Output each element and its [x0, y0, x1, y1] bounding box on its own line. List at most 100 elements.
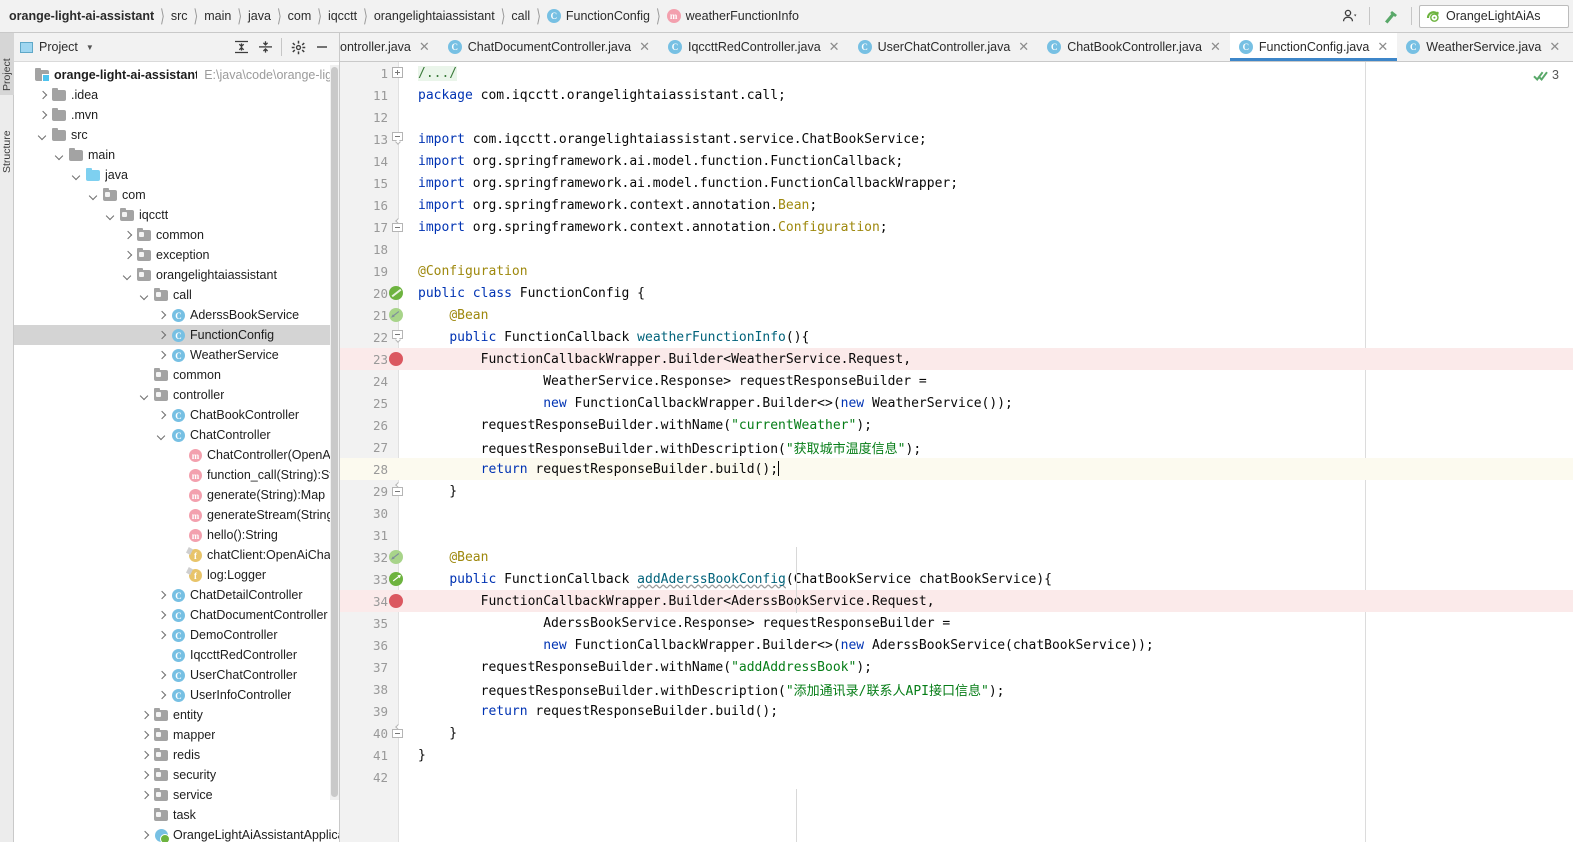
code-line[interactable]: 17 import org.springframework.context.ann…	[340, 216, 1573, 238]
fold-collapse-end-icon[interactable]	[392, 482, 403, 496]
gutter-cell[interactable]	[388, 216, 414, 238]
code-line[interactable]: 31	[340, 524, 1573, 546]
tree-item-userinfocontroller[interactable]: C UserInfoController	[14, 685, 339, 705]
code-line[interactable]: 1 /.../	[340, 62, 1573, 84]
tree-item-functionconfig[interactable]: C FunctionConfig	[14, 325, 339, 345]
tree-item-generatestream-string[interactable]: m generateStream(String)	[14, 505, 339, 525]
editor-tab-chatdocumentcontroller-java[interactable]: C ChatDocumentController.java ✕	[438, 33, 659, 61]
tree-item-hello-string[interactable]: m hello():String	[14, 525, 339, 545]
chevron-right-icon[interactable]	[156, 410, 167, 421]
code-line[interactable]: 16 import org.springframework.context.ann…	[340, 194, 1573, 216]
gutter-cell[interactable]	[388, 106, 414, 128]
breadcrumb-item-iqcctt[interactable]: iqcctt	[327, 0, 358, 32]
code-line[interactable]: 21 @Bean	[340, 304, 1573, 326]
editor-tab-iqccttredcontroller-java[interactable]: C IqccttRedController.java ✕	[658, 33, 849, 61]
chevron-right-icon[interactable]	[37, 110, 48, 121]
close-icon[interactable]: ✕	[639, 39, 650, 55]
chevron-down-icon[interactable]	[71, 170, 82, 181]
tree-item-entity[interactable]: entity	[14, 705, 339, 725]
code-line[interactable]: 14 import org.springframework.ai.model.fu…	[340, 150, 1573, 172]
tree-item-generate-string-map[interactable]: m generate(String):Map	[14, 485, 339, 505]
tree-item-orangelightaiassistant[interactable]: orangelightaiassistant	[14, 265, 339, 285]
chevron-right-icon[interactable]	[156, 350, 167, 361]
gutter-cell[interactable]	[388, 634, 414, 656]
code-line[interactable]: 41}	[340, 744, 1573, 766]
code-line[interactable]: 37 requestResponseBuilder.withName("addA…	[340, 656, 1573, 678]
tree-item-weatherservice[interactable]: C WeatherService	[14, 345, 339, 365]
gutter-cell[interactable]	[388, 568, 414, 590]
code-line[interactable]: 19 @Configuration	[340, 260, 1573, 282]
tree-item-orange-light-ai-assistant[interactable]: orange-light-ai-assistant E:\java\code\or…	[14, 65, 339, 85]
gutter-cell[interactable]	[388, 524, 414, 546]
code-line[interactable]: 23 FunctionCallbackWrapper.Builder<Weath…	[340, 348, 1573, 370]
chevron-right-icon[interactable]	[37, 90, 48, 101]
chevron-right-icon[interactable]	[122, 230, 133, 241]
fold-expand-icon[interactable]	[392, 67, 403, 78]
gutter-cell[interactable]	[388, 678, 414, 700]
code-line[interactable]: 18	[340, 238, 1573, 260]
chevron-down-icon[interactable]	[156, 430, 167, 441]
code-editor[interactable]: 1 /.../ 11 package com.iqcctt.orangelightai…	[340, 62, 1573, 842]
close-icon[interactable]: ✕	[829, 39, 840, 55]
tool-tab-project[interactable]: Project	[0, 33, 14, 95]
code-line[interactable]: 25 new FunctionCallbackWrapper.Builder<>…	[340, 392, 1573, 414]
tree-item-main[interactable]: main	[14, 145, 339, 165]
tree-scrollbar-thumb[interactable]	[331, 67, 338, 797]
gutter-cell[interactable]	[388, 744, 414, 766]
tree-item-aderssbookservice[interactable]: C AderssBookService	[14, 305, 339, 325]
spring-bean-override-gutter-icon[interactable]	[389, 308, 403, 322]
gutter-cell[interactable]	[388, 502, 414, 524]
tree-item-chatclient-openaichatc[interactable]: f chatClient:OpenAiChatC	[14, 545, 339, 565]
inspection-widget[interactable]: 3	[1533, 68, 1559, 82]
close-icon[interactable]: ✕	[1549, 39, 1560, 55]
gutter-cell[interactable]	[388, 656, 414, 678]
chevron-down-icon[interactable]	[139, 290, 150, 301]
build-project-button[interactable]	[1377, 3, 1404, 29]
gutter-cell[interactable]	[388, 194, 414, 216]
gutter-cell[interactable]	[388, 150, 414, 172]
code-line[interactable]: 15 import org.springframework.ai.model.fu…	[340, 172, 1573, 194]
gutter-cell[interactable]	[388, 458, 414, 480]
breakpoint-icon[interactable]	[389, 352, 403, 366]
fold-collapse-end-icon[interactable]	[392, 724, 403, 738]
chevron-right-icon[interactable]	[122, 250, 133, 261]
gutter-cell[interactable]	[388, 414, 414, 436]
fold-collapse-icon[interactable]	[392, 330, 403, 343]
code-content[interactable]: 1 /.../ 11 package com.iqcctt.orangelightai…	[340, 62, 1573, 842]
chevron-right-icon[interactable]	[139, 710, 150, 721]
gutter-cell[interactable]	[388, 480, 414, 502]
chevron-right-icon[interactable]	[156, 690, 167, 701]
tree-item-idea[interactable]: .idea	[14, 85, 339, 105]
chevron-right-icon[interactable]	[139, 770, 150, 781]
project-tree[interactable]: orange-light-ai-assistant E:\java\code\or…	[14, 63, 339, 842]
chevron-right-icon[interactable]	[156, 330, 167, 341]
editor-tab-userchatcontroller-java[interactable]: C UserChatController.java ✕	[848, 33, 1039, 61]
spring-bean-gutter-icon[interactable]	[389, 286, 403, 300]
tree-item-redis[interactable]: redis	[14, 745, 339, 765]
breadcrumb-item-functionconfig[interactable]: C FunctionConfig	[546, 0, 651, 32]
code-line[interactable]: 26 requestResponseBuilder.withName("curr…	[340, 414, 1573, 436]
breadcrumb-item-com[interactable]: com	[287, 0, 313, 32]
chevron-right-icon[interactable]	[156, 610, 167, 621]
tree-item-exception[interactable]: exception	[14, 245, 339, 265]
close-icon[interactable]: ✕	[1018, 39, 1029, 55]
tree-item-java[interactable]: java	[14, 165, 339, 185]
code-line[interactable]: 24 WeatherService.Response> requestRespo…	[340, 370, 1573, 392]
tree-item-chatcontroller-openaic[interactable]: m ChatController(OpenAiC	[14, 445, 339, 465]
code-line[interactable]: 34 FunctionCallbackWrapper.Builder<Aders…	[340, 590, 1573, 612]
tree-scrollbar[interactable]	[330, 65, 339, 800]
tree-item-log-logger[interactable]: f log:Logger	[14, 565, 339, 585]
gutter-cell[interactable]	[388, 172, 414, 194]
chevron-right-icon[interactable]	[139, 790, 150, 801]
editor-tab-ontroller-java[interactable]: ontroller.java ✕	[340, 33, 439, 61]
tree-item-chatdocumentcontroller[interactable]: C ChatDocumentController	[14, 605, 339, 625]
gutter-cell[interactable]	[388, 612, 414, 634]
tree-item-controller[interactable]: controller	[14, 385, 339, 405]
gutter-cell[interactable]	[388, 304, 414, 326]
gutter-cell[interactable]	[388, 62, 414, 84]
editor-tab-weatherservice-java[interactable]: C WeatherService.java ✕	[1397, 33, 1570, 61]
breadcrumb-item-java[interactable]: java	[247, 0, 272, 32]
gutter-cell[interactable]	[388, 370, 414, 392]
tree-item-orangelightaiassistantapplica[interactable]: OrangeLightAiAssistantApplica	[14, 825, 339, 842]
chevron-right-icon[interactable]	[139, 750, 150, 761]
